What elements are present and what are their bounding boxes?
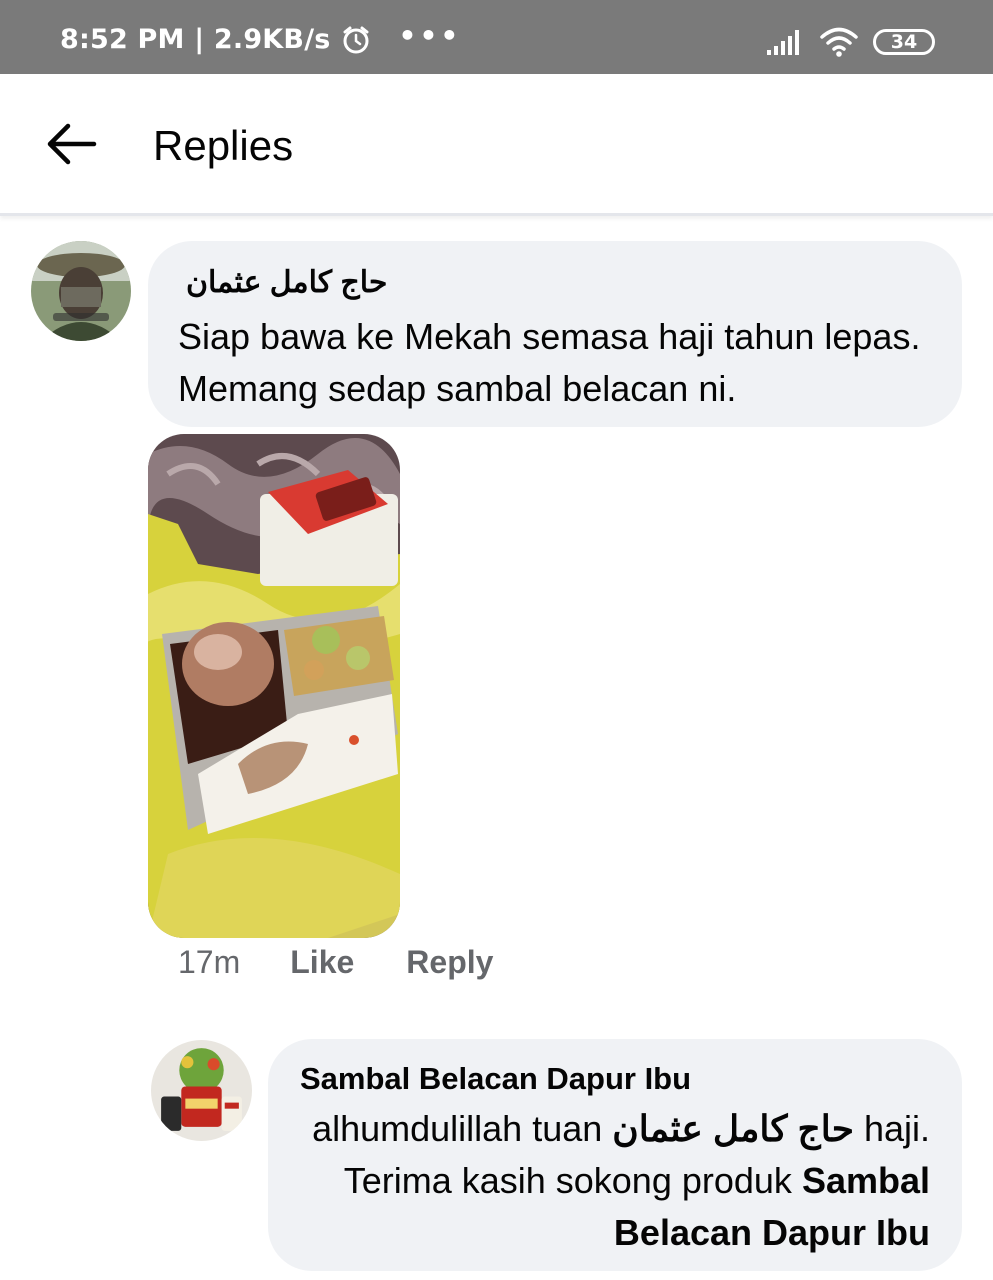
- status-left: 8:52 PM | 2.9KB/s •••: [60, 18, 462, 55]
- reply-author-avatar[interactable]: [151, 1040, 252, 1141]
- comment-photo[interactable]: [148, 434, 400, 938]
- page-title: Replies: [153, 122, 294, 169]
- comment-bubble: حاج كامل عثمان Siap bawa ke Mekah semasa…: [148, 241, 962, 427]
- status-right: 34: [765, 26, 935, 58]
- brand-logo-icon: [151, 1040, 252, 1141]
- profile-photo-icon: [31, 241, 131, 341]
- back-arrow-icon[interactable]: [44, 120, 98, 168]
- signal-strength-icon: [767, 30, 799, 55]
- reply-author[interactable]: Sambal Belacan Dapur Ibu: [300, 1061, 691, 1097]
- status-bar: 8:52 PM | 2.9KB/s ••• 34: [0, 0, 993, 74]
- status-time: 8:52 PM | 2.9KB/s: [60, 24, 331, 55]
- food-tray-photo-icon: [148, 434, 400, 938]
- reply-text-part1: alhumdulillah tuan: [312, 1108, 613, 1149]
- reply-text: alhumdulillah tuan حاج كامل عثمان haji. …: [310, 1103, 930, 1259]
- comment-author[interactable]: حاج كامل عثمان: [186, 265, 387, 300]
- battery-level: 34: [890, 31, 918, 53]
- alarm-clock-icon: [343, 26, 369, 53]
- mentioned-user-link[interactable]: حاج كامل عثمان: [612, 1108, 854, 1149]
- comment-meta: 17m Like Reply: [178, 944, 493, 981]
- reply-button[interactable]: Reply: [406, 944, 493, 981]
- commenter-avatar[interactable]: [31, 241, 131, 341]
- more-notifications-icon: •••: [398, 18, 462, 52]
- reply-bubble: Sambal Belacan Dapur Ibu alhumdulillah t…: [268, 1039, 962, 1271]
- battery-indicator: 34: [873, 29, 935, 55]
- comment-text: Siap bawa ke Mekah semasa haji tahun lep…: [178, 316, 921, 409]
- wifi-icon: [820, 27, 858, 57]
- app-header: Replies: [0, 74, 993, 216]
- comment-timestamp: 17m: [178, 944, 241, 980]
- like-button[interactable]: Like: [290, 944, 354, 981]
